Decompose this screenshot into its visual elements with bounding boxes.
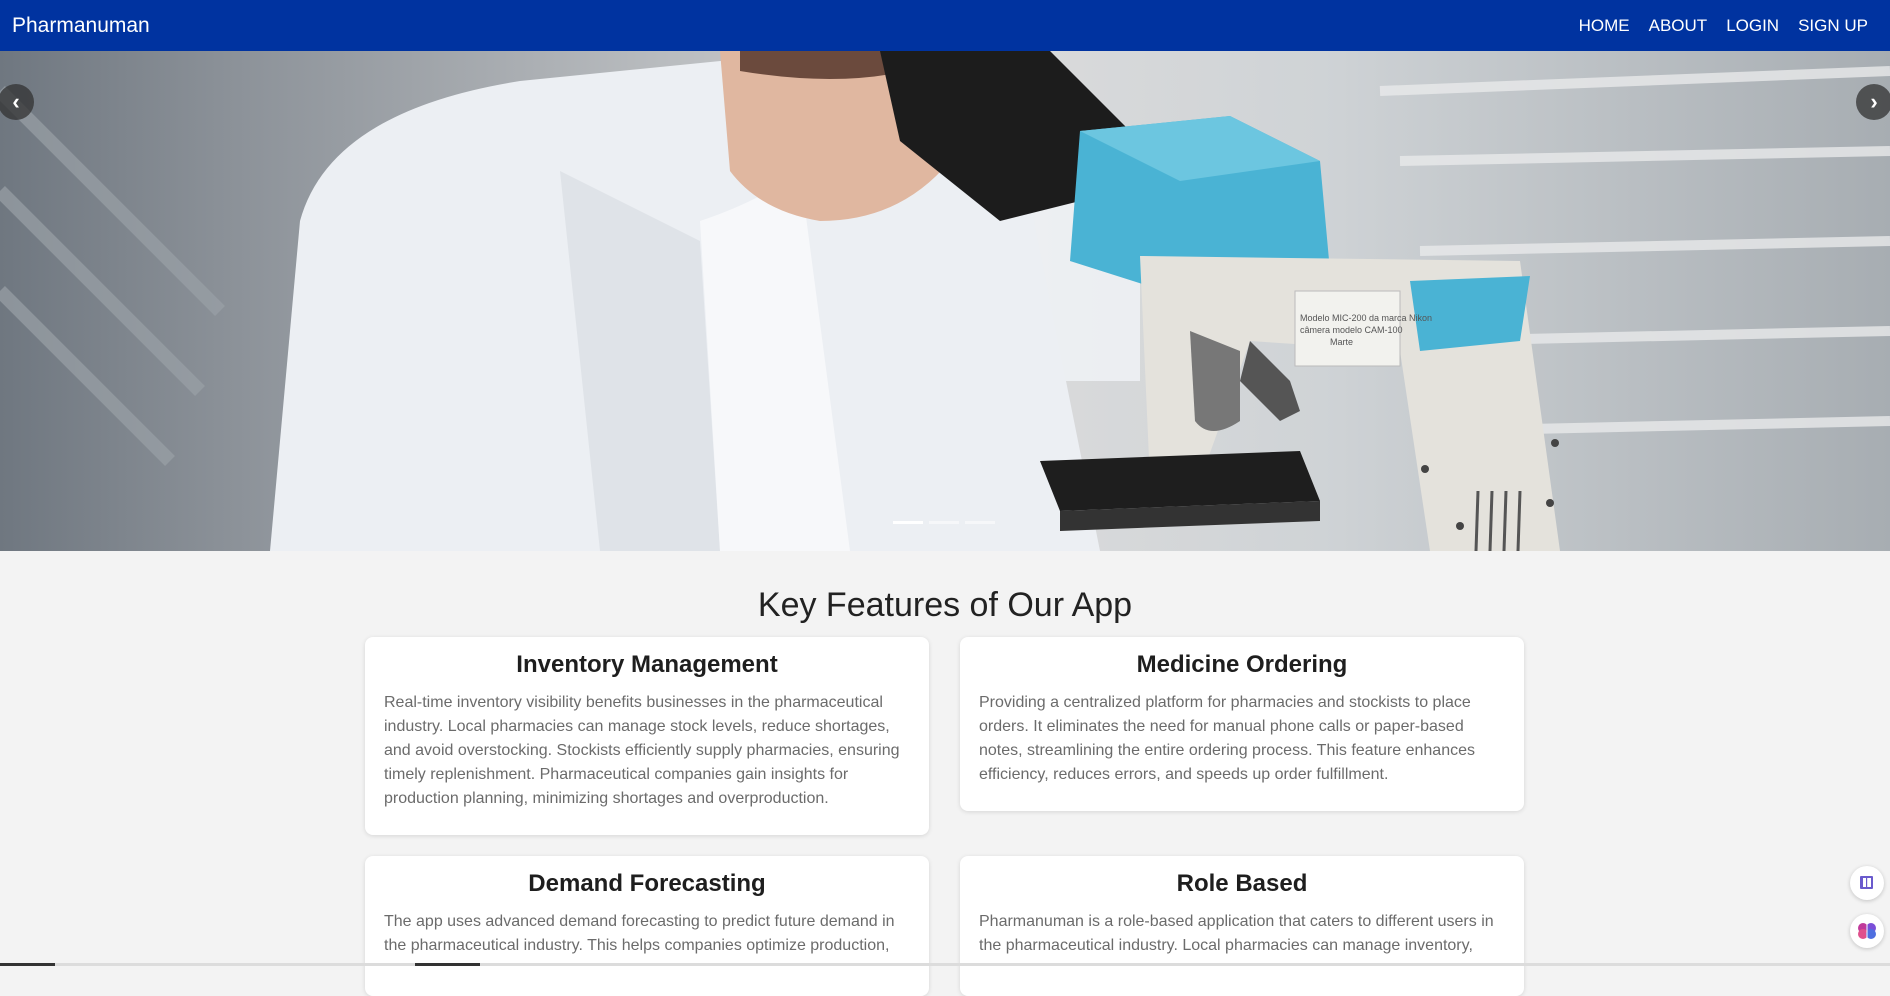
nav-signup-link[interactable]: SIGN UP	[1798, 16, 1868, 36]
svg-text:câmera modelo CAM-100: câmera modelo CAM-100	[1300, 325, 1403, 335]
navbar: Pharmanuman HOME ABOUT LOGIN SIGN UP	[0, 0, 1890, 51]
nav-login-link[interactable]: LOGIN	[1726, 16, 1779, 36]
feature-card-ordering: Medicine Ordering Providing a centralize…	[960, 637, 1524, 811]
svg-text:Modelo MIC-200 da marca Nikon: Modelo MIC-200 da marca Nikon	[1300, 313, 1432, 323]
book-button[interactable]	[1850, 866, 1884, 900]
feature-card-inventory: Inventory Management Real-time inventory…	[365, 637, 929, 835]
brain-icon	[1858, 923, 1876, 939]
nav-about-link[interactable]: ABOUT	[1649, 16, 1708, 36]
feature-card-forecasting: Demand Forecasting The app uses advanced…	[365, 856, 929, 996]
carousel-indicator-2[interactable]	[929, 521, 959, 524]
feature-card-role-based: Role Based Pharmanuman is a role-based a…	[960, 856, 1524, 996]
feature-card-text: The app uses advanced demand forecasting…	[384, 913, 895, 954]
chevron-left-icon: ‹	[12, 89, 20, 114]
brain-button[interactable]	[1850, 914, 1884, 948]
feature-card-text: Real-time inventory visibility benefits …	[384, 694, 900, 807]
nav-links: HOME ABOUT LOGIN SIGN UP	[1579, 16, 1868, 36]
hero-image: Modelo MIC-200 da marca Nikon câmera mod…	[0, 51, 1890, 551]
carousel-indicator-1[interactable]	[893, 521, 923, 524]
feature-card-title: Medicine Ordering	[1136, 651, 1348, 678]
hero-carousel: Modelo MIC-200 da marca Nikon câmera mod…	[0, 51, 1890, 551]
nav-home-link[interactable]: HOME	[1579, 16, 1630, 36]
feature-card-text: Providing a centralized platform for pha…	[979, 694, 1475, 783]
svg-text:Marte: Marte	[1330, 337, 1353, 347]
carousel-next-button[interactable]: ›	[1856, 84, 1890, 120]
carousel-indicators	[893, 521, 995, 524]
chevron-right-icon: ›	[1870, 89, 1878, 114]
feature-card-title: Role Based	[1176, 870, 1308, 897]
book-icon	[1860, 876, 1873, 889]
feature-card-text: Pharmanuman is a role-based application …	[979, 913, 1494, 954]
features-heading: Key Features of Our App	[757, 586, 1133, 624]
feature-card-title: Demand Forecasting	[528, 870, 766, 897]
brand-logo[interactable]: Pharmanuman	[12, 14, 150, 38]
feature-card-title: Inventory Management	[516, 651, 778, 678]
carousel-indicator-3[interactable]	[965, 521, 995, 524]
